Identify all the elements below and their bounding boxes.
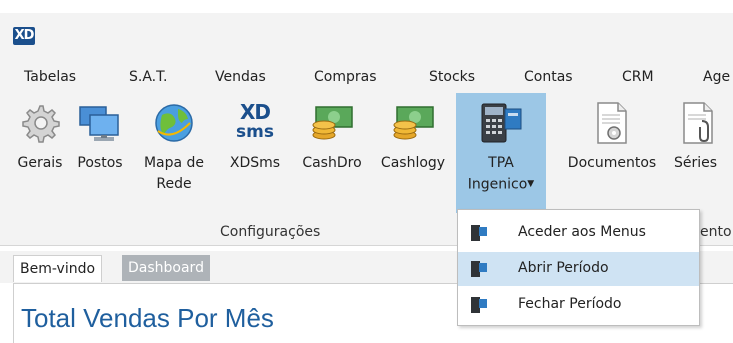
tpa-ingenico-button[interactable]: TPA Ingenico▼ [456,93,546,213]
cash-icon [312,106,353,140]
gerais-button[interactable]: Gerais [14,93,66,213]
series-label: Séries [674,155,718,171]
ribbon-group-label-cut: ento [700,224,732,240]
series-button[interactable]: Séries [668,93,733,213]
menu-stocks[interactable]: Stocks [429,69,475,85]
document-gear-icon [597,102,627,144]
postos-label: Postos [77,155,123,171]
menu-bar: Tabelas S.A.T. Vendas Compras Stocks Con… [0,61,733,93]
window-top-border [0,0,733,14]
menu-agenda[interactable]: Age [703,69,730,85]
cashlogy-label: Cashlogy [380,155,446,171]
cashdro-button[interactable]: CashDro [292,93,372,213]
documentos-button[interactable]: Documentos [556,93,668,213]
menu-vendas[interactable]: Vendas [215,69,266,85]
menu-item-abrir-periodo[interactable]: Abrir Período [458,252,699,286]
document-clip-icon [683,102,713,144]
chevron-down-icon: ▼ [527,179,535,189]
cashdro-label: CashDro [302,155,362,171]
menu-item-aceder-aos-menus[interactable]: Aceder aos Menus [458,216,699,250]
menu-sat[interactable]: S.A.T. [129,69,167,85]
xdsms-button[interactable]: XD sms XDSms [222,93,288,213]
ribbon-group-label: Configurações [220,224,321,240]
menu-tabelas[interactable]: Tabelas [24,69,76,85]
gerais-label: Gerais [17,155,63,171]
computer-icon [79,106,119,141]
globe-icon [155,104,193,142]
payment-terminal-icon [481,103,522,143]
postos-button[interactable]: Postos [70,93,130,213]
app-title-bar: XD [0,13,733,61]
xdsms-icon: XD sms [236,100,274,142]
payment-terminal-icon [471,261,487,277]
tpa-ingenico-label: TPA Ingenico▼ [467,155,535,193]
tpa-dropdown-menu: Aceder aos Menus Abrir Período Fechar Pe… [457,209,700,326]
app-logo-icon: XD [13,27,35,45]
documentos-label: Documentos [567,155,657,171]
gear-icon [22,105,60,143]
menu-compras[interactable]: Compras [314,69,377,85]
mapa-de-rede-button[interactable]: Mapa de Rede [138,93,210,213]
xdsms-label: XDSms [229,155,281,171]
menu-crm[interactable]: CRM [622,69,654,85]
payment-terminal-icon [471,225,487,241]
page-title: Total Vendas Por Mês [21,303,274,333]
mapa-de-rede-label: Mapa de Rede [143,155,205,192]
tab-bem-vindo[interactable]: Bem-vindo [13,255,103,282]
payment-terminal-icon [471,297,487,313]
tab-dashboard[interactable]: Dashboard [122,255,210,281]
menu-contas[interactable]: Contas [524,69,573,85]
menu-item-fechar-periodo[interactable]: Fechar Período [458,288,699,322]
cash-icon [393,106,434,140]
cashlogy-button[interactable]: Cashlogy [372,93,454,213]
